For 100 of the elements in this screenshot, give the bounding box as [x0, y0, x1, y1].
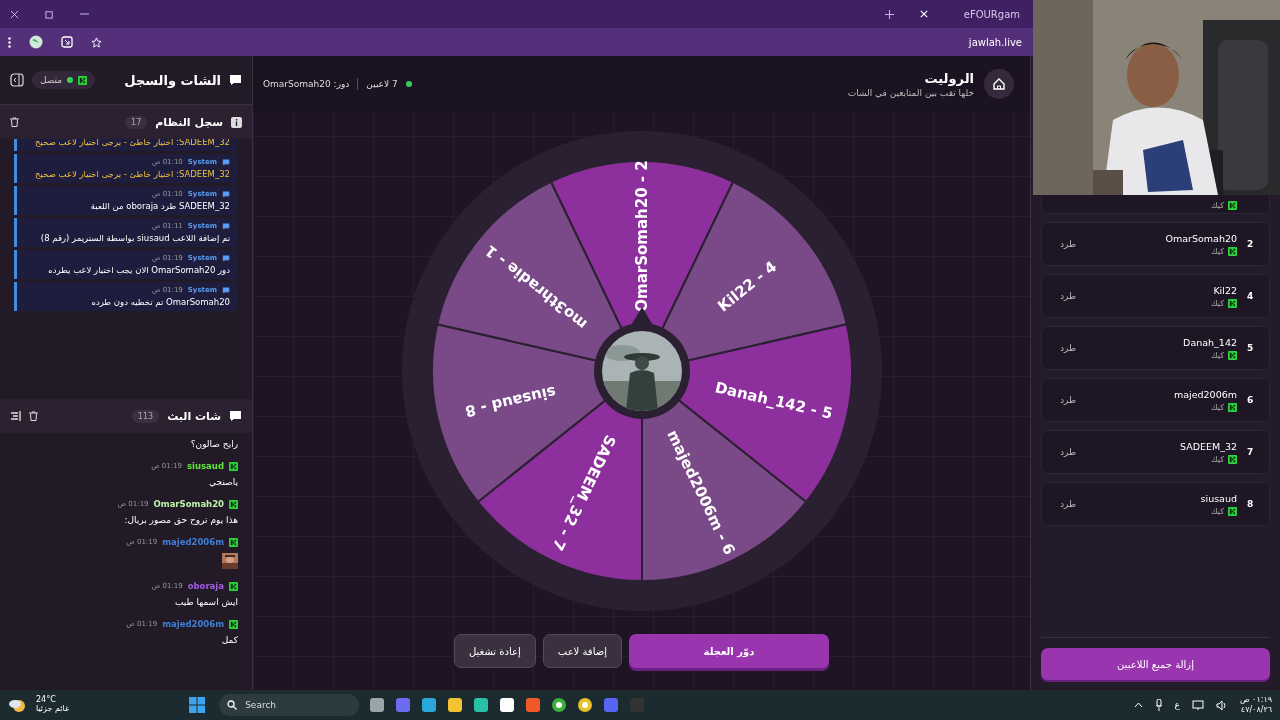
log-count: 17	[125, 115, 148, 129]
collapse-icon[interactable]	[10, 73, 24, 87]
current-turn: دور: OmarSomah20	[263, 79, 350, 89]
player-platform: كيك	[1211, 350, 1224, 360]
player-rank: 4	[1247, 291, 1255, 301]
chat-message: ايش اسمها طيب	[174, 597, 238, 607]
app-icon[interactable]	[473, 697, 490, 713]
chat-icon	[222, 158, 230, 166]
chat-message: كمل	[221, 635, 238, 645]
action-button[interactable]: إعادة تشغيل	[454, 634, 536, 668]
spin-button[interactable]: دوّر العجلة	[628, 634, 829, 668]
log-text: دور OmarSomah20 الان يجب اختيار لاعب يطرده	[48, 265, 230, 275]
page-title: الروليت	[924, 70, 974, 86]
chat-icon	[222, 254, 230, 262]
chat-username[interactable]: OmarSomah20	[153, 499, 224, 509]
weather-icon[interactable]	[8, 697, 26, 713]
chat-username[interactable]: siusaud	[187, 461, 224, 471]
player-name: siusaud	[1200, 492, 1237, 504]
log-text: SADEEM_32 طرد oboraja من اللعبة	[90, 201, 230, 211]
language-indicator[interactable]: ع	[1174, 700, 1180, 710]
player-name: majed2006m	[1173, 388, 1237, 400]
volume-icon[interactable]	[1215, 699, 1228, 711]
address-bar-url[interactable]: jawlah.live	[968, 36, 1022, 48]
app-icon[interactable]	[447, 697, 464, 713]
player-name: SADEEM_32	[1179, 440, 1237, 452]
player-name: Danah_142	[1183, 336, 1237, 348]
player-platform: كيك	[1211, 454, 1224, 464]
trash-icon[interactable]	[29, 411, 38, 421]
kick-button[interactable]: طرد	[1054, 238, 1083, 250]
kick-button[interactable]: طرد	[1054, 342, 1083, 354]
connection-status: متصل	[32, 71, 96, 89]
player-platform: كيك	[1211, 200, 1224, 210]
search-field[interactable]: Search	[219, 694, 360, 716]
chat-message: رايح صالون؟	[190, 439, 238, 449]
trash-icon[interactable]	[10, 117, 19, 127]
chat-username[interactable]: majed2006m	[162, 619, 224, 629]
chat-icon	[222, 190, 230, 198]
menu-icon[interactable]	[8, 36, 11, 48]
chat-icon	[229, 74, 242, 86]
slice-label: OmarSomah20 - 2	[632, 160, 650, 312]
platform-icon	[1228, 506, 1237, 516]
section-title: شات البث	[167, 409, 221, 423]
align-icon[interactable]	[10, 411, 21, 421]
log-text: OmarSomah20 تم تخطيه دون طرده	[91, 297, 230, 307]
platform-icon	[78, 75, 88, 85]
star-icon[interactable]	[91, 36, 102, 48]
app-icon[interactable]	[369, 697, 386, 713]
new-tab-icon[interactable]	[884, 9, 894, 19]
kick-button[interactable]: طرد	[1054, 446, 1083, 458]
player-rank: 5	[1247, 343, 1255, 353]
player-platform: كيك	[1211, 506, 1224, 516]
action-button[interactable]: إضافة لاعب	[542, 634, 622, 668]
platform-icon	[1228, 246, 1237, 256]
chat-username[interactable]: oboraja	[187, 581, 224, 591]
chat-icon	[229, 410, 242, 422]
chevron-up-icon[interactable]	[1133, 702, 1143, 708]
app-icon[interactable]	[577, 697, 594, 713]
remove-all-button[interactable]: إزالة جميع اللاعبين	[1041, 648, 1270, 680]
panel-title: الشات والسجل	[124, 72, 221, 88]
platform-icon	[1228, 454, 1237, 464]
kick-button[interactable]: طرد	[1054, 290, 1083, 302]
restore-icon[interactable]	[45, 9, 54, 19]
app-icon[interactable]	[499, 697, 516, 713]
globe-icon[interactable]	[29, 35, 43, 49]
player-rank: 8	[1247, 499, 1255, 509]
network-icon[interactable]	[1191, 699, 1204, 711]
platform-icon	[229, 619, 238, 629]
chat-message: هذا يوم تروح حق مصور بريال:	[124, 515, 238, 525]
player-platform: كيك	[1211, 402, 1224, 412]
search-icon[interactable]	[227, 700, 238, 710]
clock-time[interactable]: ٠١:١٩ ص	[1239, 695, 1272, 705]
info-icon	[231, 116, 242, 128]
player-platform: كيك	[1211, 298, 1224, 308]
close-icon[interactable]	[10, 9, 19, 19]
weather-condition: غائم جزئيا	[36, 705, 70, 714]
kick-button[interactable]: طرد	[1054, 394, 1083, 406]
chat-username[interactable]: majed2006m	[162, 537, 224, 547]
page-subtitle: خلها تقب بين المتابعين في الشات	[847, 87, 974, 98]
player-count: 7 لاعبين	[366, 79, 398, 89]
status-dot	[405, 81, 412, 87]
chat-icon	[222, 286, 230, 294]
log-text: SADEEM_32: اختيار خاطئ - يرجى اختيار لاعب صحيح	[35, 139, 230, 147]
player-rank: 7	[1247, 447, 1255, 457]
platform-icon	[229, 499, 238, 509]
message-count: 113	[131, 409, 160, 423]
player-name: Kil22	[1213, 284, 1237, 296]
kick-button[interactable]: طرد	[1054, 498, 1083, 510]
player-rank: 6	[1247, 395, 1255, 405]
microphone-icon[interactable]	[1154, 699, 1163, 711]
chat-message: ياصنجي	[209, 477, 238, 487]
start-icon[interactable]	[189, 697, 206, 713]
platform-icon	[229, 461, 238, 471]
tab-title[interactable]: eFOURgam	[963, 8, 1020, 20]
player-platform: كيك	[1211, 246, 1224, 256]
app-icon[interactable]	[551, 697, 568, 713]
home-button[interactable]	[984, 69, 1014, 99]
clock-date[interactable]: ٤٧/٠٨/٢٦	[1240, 705, 1272, 715]
extensions-icon[interactable]	[61, 36, 73, 48]
home-icon[interactable]	[992, 77, 1006, 91]
slice-label: siusaud - 8	[463, 382, 557, 421]
